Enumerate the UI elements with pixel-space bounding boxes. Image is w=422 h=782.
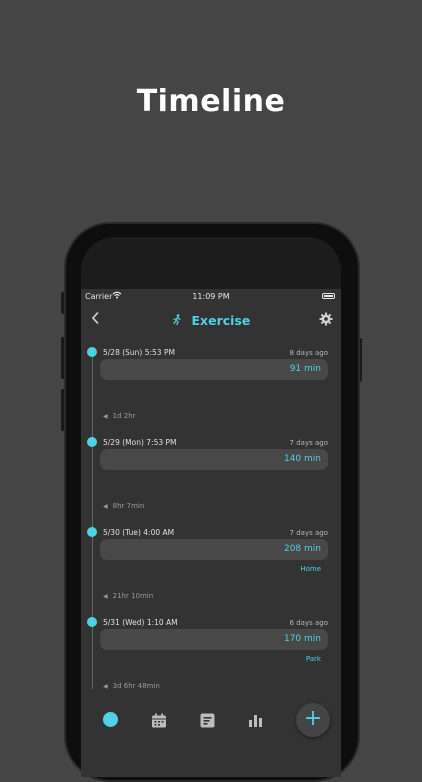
calendar-icon[interactable] xyxy=(151,713,167,732)
notch-area xyxy=(81,237,341,289)
timeline-dot xyxy=(87,527,97,537)
nav-title-text: Exercise xyxy=(191,313,251,328)
entry-date: 5/31 (Wed) 1:10 AM xyxy=(103,618,178,627)
app-view: Carrier 11:09 PM Exercise 5/28 (Sun) 5:5… xyxy=(81,289,341,777)
triangle-left-icon: ◀ xyxy=(103,593,108,600)
duration-bar[interactable]: 208 min xyxy=(100,539,328,560)
entry-date: 5/28 (Sun) 5:53 PM xyxy=(103,348,175,357)
add-button[interactable]: + xyxy=(296,703,330,737)
duration-bar[interactable]: 140 min xyxy=(100,449,328,470)
duration-value: 170 min xyxy=(283,634,321,644)
timeline-tab-icon[interactable] xyxy=(103,712,118,727)
status-time: 11:09 PM xyxy=(192,292,230,301)
gap-text: 8hr 7min xyxy=(112,502,145,510)
place-label: Home xyxy=(300,565,321,573)
entry-ago: 7 days ago xyxy=(289,529,328,537)
gear-icon[interactable] xyxy=(319,311,333,330)
nav-bar: Exercise xyxy=(81,305,341,339)
triangle-left-icon: ◀ xyxy=(103,413,108,420)
notes-icon[interactable] xyxy=(200,713,215,732)
nav-title: Exercise xyxy=(81,313,341,328)
entry-ago: 8 days ago xyxy=(289,349,328,357)
timeline-dot xyxy=(87,347,97,357)
gap-text: 21hr 10min xyxy=(112,592,154,600)
triangle-left-icon: ◀ xyxy=(103,503,108,510)
status-bar: Carrier 11:09 PM xyxy=(81,289,341,305)
gap-text: 3d 6hr 48min xyxy=(112,682,160,690)
entry-ago: 6 days ago xyxy=(289,619,328,627)
timeline-dot xyxy=(87,617,97,627)
timeline-line xyxy=(92,349,93,689)
battery-icon xyxy=(322,293,335,299)
tab-bar: + xyxy=(81,703,341,777)
duration-bar[interactable]: 170 min xyxy=(100,629,328,650)
gap-label: ◀ 3d 6hr 48min xyxy=(103,682,160,690)
promo-title: Timeline xyxy=(136,84,286,119)
gap-label: ◀ 8hr 7min xyxy=(103,502,144,510)
triangle-left-icon: ◀ xyxy=(103,683,108,690)
entry-date: 5/30 (Tue) 4:00 AM xyxy=(103,528,175,537)
entry-date: 5/29 (Mon) 7:53 PM xyxy=(103,438,177,447)
gap-label: ◀ 1d 2hr xyxy=(103,412,136,420)
gap-text: 1d 2hr xyxy=(112,412,136,420)
entry-ago: 7 days ago xyxy=(289,439,328,447)
duration-bar[interactable]: 91 min xyxy=(100,359,328,380)
duration-value: 208 min xyxy=(283,544,321,554)
phone-screen: Carrier 11:09 PM Exercise 5/28 (Sun) 5:5… xyxy=(81,237,341,777)
plus-icon: + xyxy=(303,706,323,731)
duration-value: 140 min xyxy=(283,454,321,464)
gap-label: ◀ 21hr 10min xyxy=(103,592,153,600)
timeline-dot xyxy=(87,437,97,447)
bar-chart-icon[interactable] xyxy=(248,713,263,732)
duration-value: 91 min xyxy=(289,364,321,374)
running-icon xyxy=(172,314,186,328)
place-label: Park xyxy=(305,655,321,663)
